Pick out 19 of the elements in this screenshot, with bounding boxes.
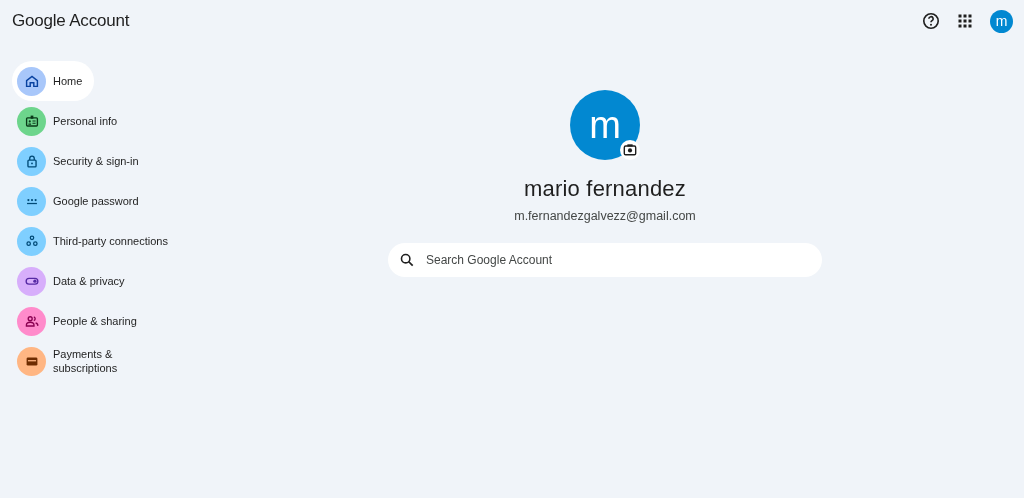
camera-icon[interactable] — [620, 140, 640, 160]
sidebar-item[interactable]: Home — [12, 61, 95, 101]
sidebar-item[interactable]: Third-party connections — [12, 221, 180, 261]
app-title[interactable]: Google Account — [12, 11, 130, 31]
profile-email: m.fernandezgalvezz@gmail.com — [514, 209, 696, 223]
sidebar-item[interactable]: Google password — [12, 181, 151, 221]
sidebar-item[interactable]: Data & privacy — [12, 261, 137, 301]
search-field[interactable]: Search Google Account — [388, 243, 822, 277]
sidebar-item[interactable]: People & sharing — [12, 301, 149, 341]
profile-avatar[interactable]: m — [570, 90, 640, 160]
account-avatar[interactable]: m — [990, 9, 1013, 33]
sidebar-item[interactable]: Payments & subscriptions — [12, 341, 187, 381]
profile-name: mario fernandez — [524, 176, 686, 202]
search-input[interactable]: Search Google Account — [426, 253, 810, 267]
help-icon[interactable] — [922, 12, 940, 30]
sidebar-item[interactable]: Security & sign-in — [12, 141, 151, 181]
sidebar-item[interactable]: Personal info — [12, 101, 130, 141]
search-icon — [400, 253, 414, 267]
apps-icon[interactable] — [958, 14, 972, 28]
